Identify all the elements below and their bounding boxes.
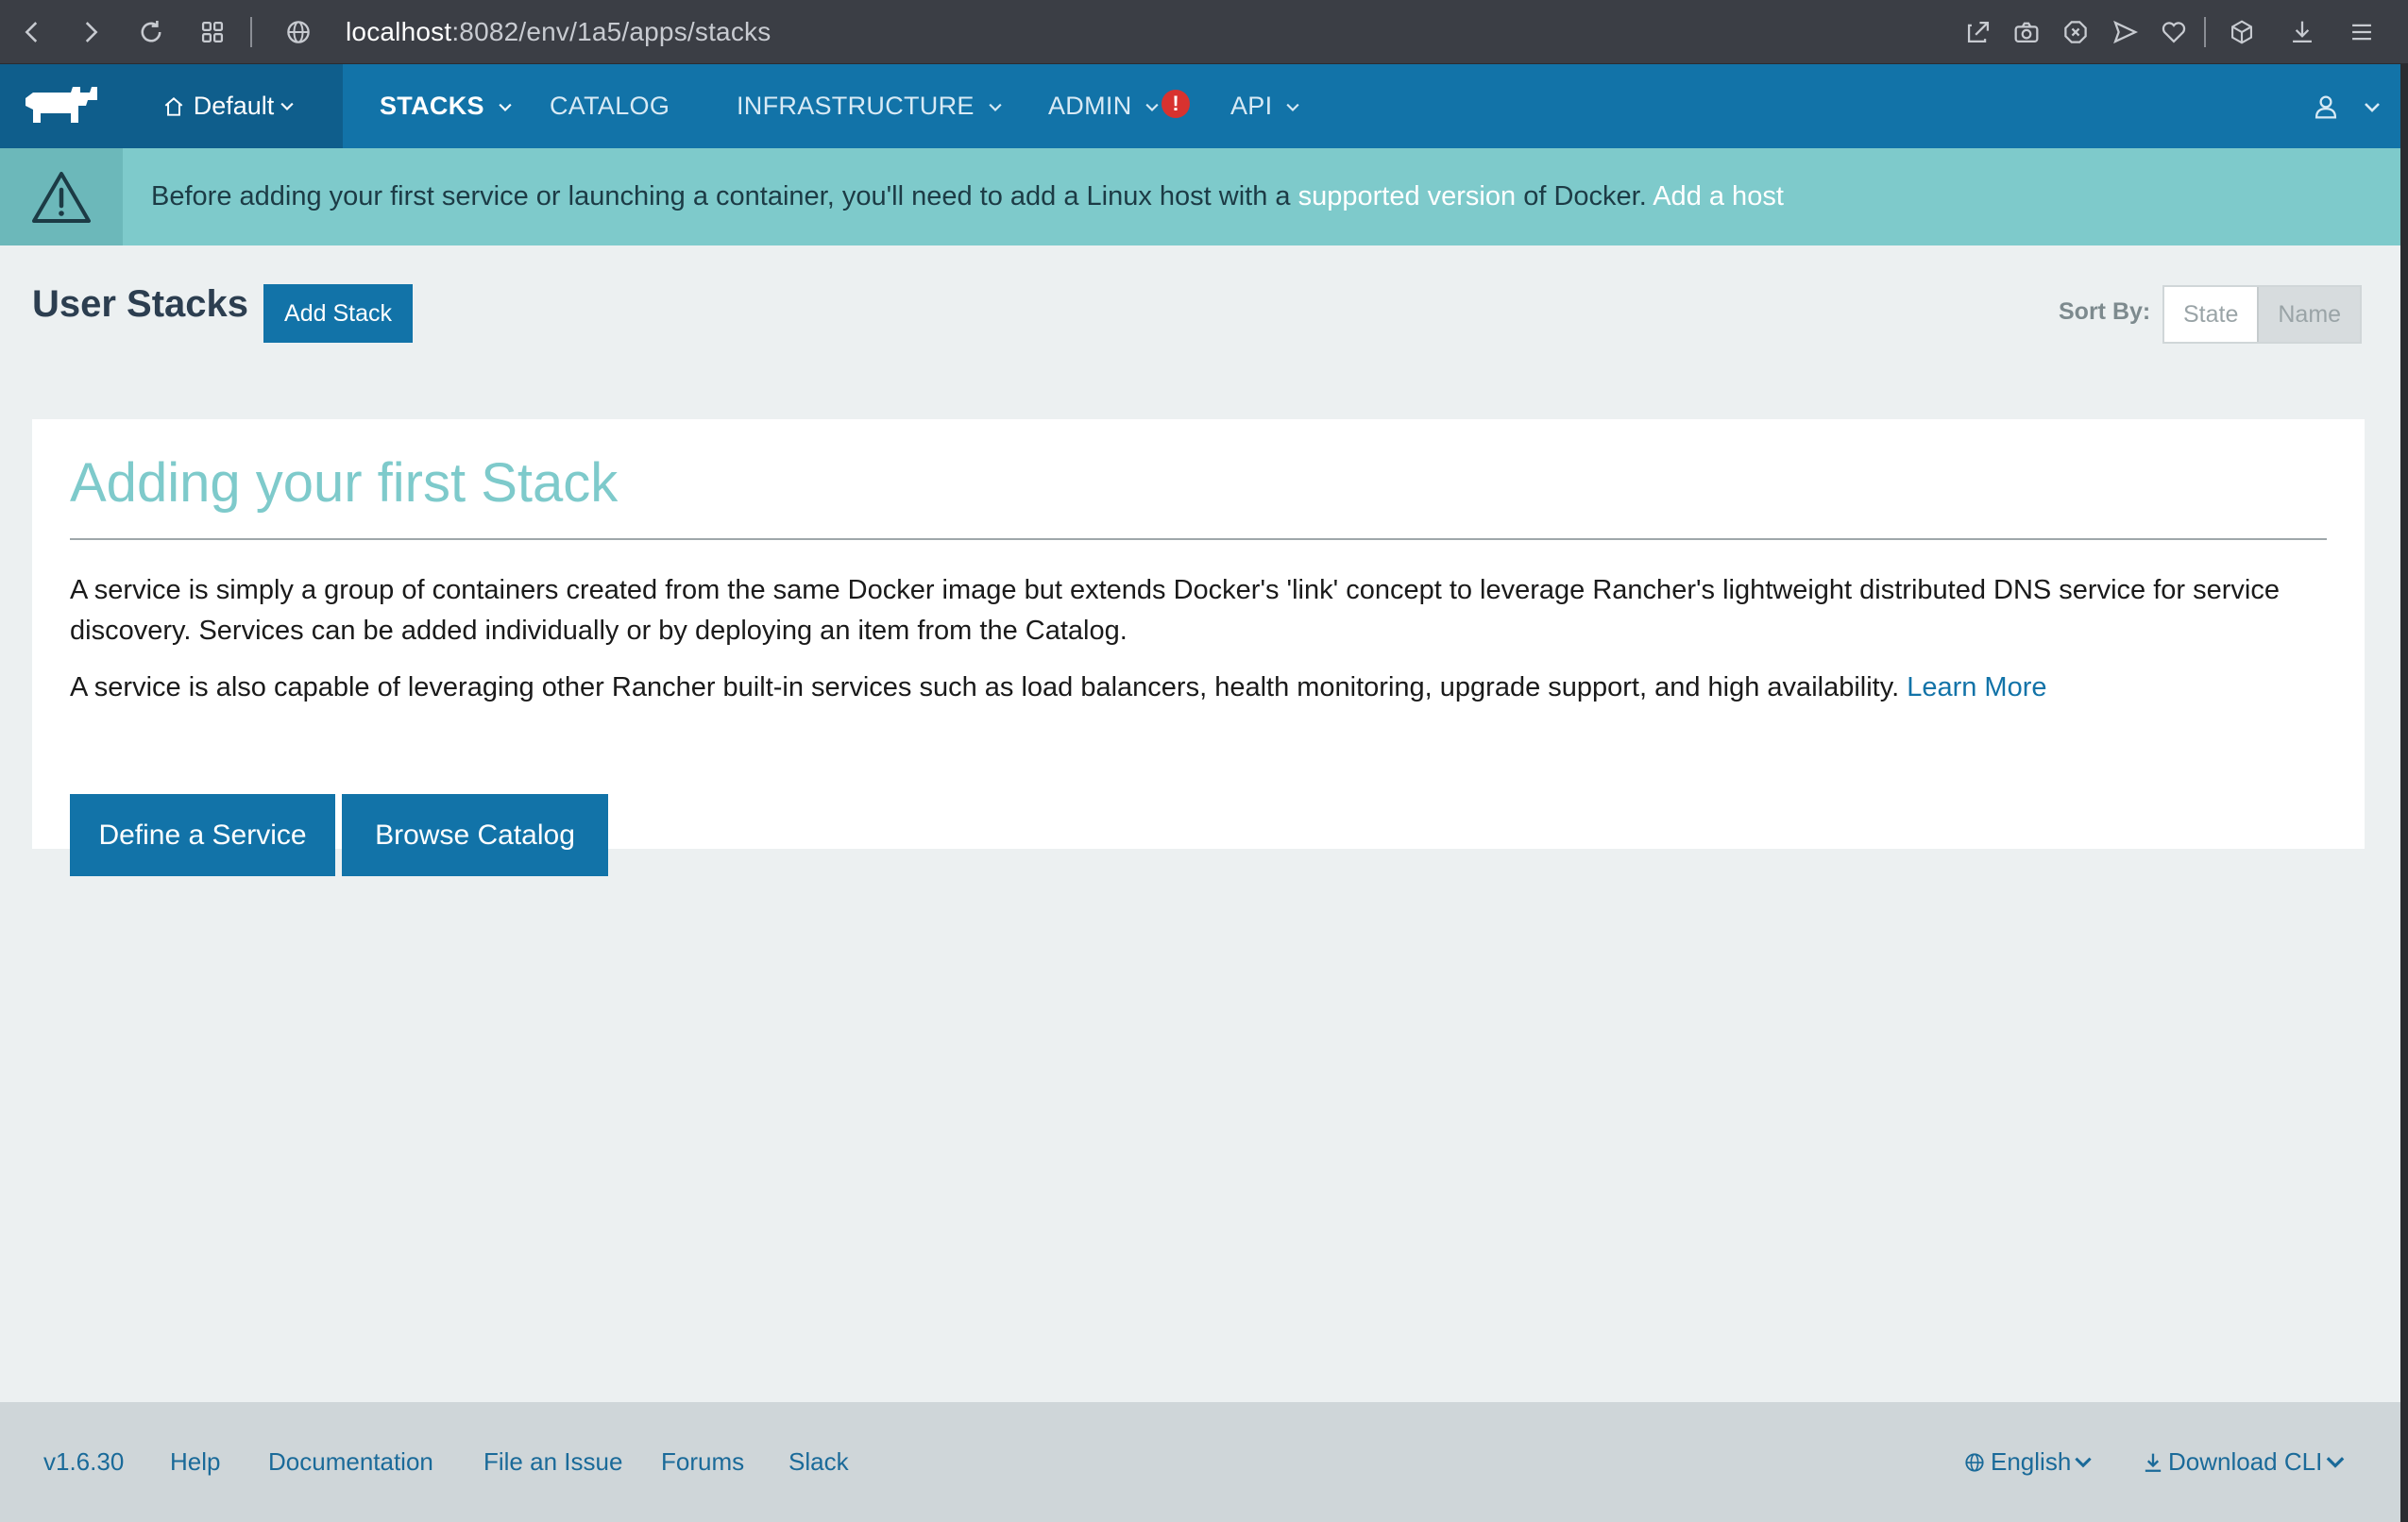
version-link[interactable]: v1.6.30 xyxy=(43,1402,124,1522)
chevron-down-icon xyxy=(499,103,512,111)
user-icon[interactable] xyxy=(2310,91,2342,123)
environment-name: Default xyxy=(193,92,275,120)
browse-catalog-button[interactable]: Browse Catalog xyxy=(342,794,608,876)
empty-state-card: Adding your first Stack A service is sim… xyxy=(32,419,2365,876)
forward-icon[interactable] xyxy=(72,13,110,51)
nav-admin-label: ADMIN xyxy=(1048,92,1132,120)
chevron-down-icon[interactable] xyxy=(2361,96,2383,119)
add-host-link[interactable]: Add a host xyxy=(1653,181,1784,211)
footer-link-file-issue[interactable]: File an Issue xyxy=(483,1402,622,1522)
footer-link-forums[interactable]: Forums xyxy=(661,1402,744,1522)
app-viewport: Default STACKS CATALOG INFRASTRUCTURE AD… xyxy=(0,64,2400,1522)
footer-link-slack[interactable]: Slack xyxy=(789,1402,849,1522)
language-label: English xyxy=(1991,1447,2072,1476)
footer: v1.6.30 Help Documentation File an Issue… xyxy=(0,1402,2400,1522)
nav-catalog-label: CATALOG xyxy=(550,92,670,120)
banner-message: Before adding your first service or laun… xyxy=(151,148,1784,245)
url-path: :8082/env/1a5/apps/stacks xyxy=(451,17,772,46)
footer-link-documentation[interactable]: Documentation xyxy=(268,1402,433,1522)
footer-link-help[interactable]: Help xyxy=(170,1402,220,1522)
block-icon[interactable] xyxy=(2057,13,2094,51)
chevron-down-icon xyxy=(2326,1456,2345,1468)
browser-toolbar: localhost:8082/env/1a5/apps/stacks xyxy=(0,0,2408,64)
define-service-button[interactable]: Define a Service xyxy=(70,794,335,876)
nav-infrastructure[interactable]: INFRASTRUCTURE xyxy=(737,64,1005,148)
back-icon[interactable] xyxy=(13,13,51,51)
globe-icon xyxy=(1965,1452,1984,1472)
admin-alert-badge: ! xyxy=(1162,90,1190,118)
site-info-globe-icon[interactable] xyxy=(280,13,317,51)
nav-stacks-label: STACKS xyxy=(380,92,484,120)
home-icon xyxy=(164,96,183,116)
nav-infrastructure-label: INFRASTRUCTURE xyxy=(737,92,975,120)
nav-catalog[interactable]: CATALOG xyxy=(550,64,670,148)
no-hosts-banner: Before adding your first service or laun… xyxy=(0,148,2400,245)
toolbar-divider xyxy=(2204,17,2206,47)
banner-text-middle: of Docker. xyxy=(1516,181,1653,211)
language-selector[interactable]: English xyxy=(1962,1402,2095,1522)
toolbar-divider xyxy=(250,17,252,47)
page-title: User Stacks xyxy=(32,283,249,325)
rancher-logo[interactable] xyxy=(0,64,123,148)
top-nav: Default STACKS CATALOG INFRASTRUCTURE AD… xyxy=(0,64,2400,148)
window-edge xyxy=(2400,64,2408,1522)
cube-icon[interactable] xyxy=(2223,13,2261,51)
rancher-cow-icon xyxy=(25,86,97,123)
description-paragraph: A service is simply a group of container… xyxy=(70,575,2280,646)
banner-text-before: Before adding your first service or laun… xyxy=(151,181,1298,211)
address-bar[interactable]: localhost:8082/env/1a5/apps/stacks xyxy=(346,13,771,51)
chevron-down-icon xyxy=(280,102,294,110)
download-cli-label: Download CLI xyxy=(2168,1447,2323,1476)
chevron-down-icon xyxy=(988,103,1002,111)
tabs-grid-icon[interactable] xyxy=(194,13,231,51)
learn-more-link[interactable]: Learn More xyxy=(1907,672,2046,702)
add-stack-button[interactable]: Add Stack xyxy=(263,284,413,343)
menu-icon[interactable] xyxy=(2343,13,2381,51)
nav-stacks[interactable]: STACKS xyxy=(380,64,515,148)
sort-by-label: Sort By: xyxy=(2059,298,2151,325)
download-icon xyxy=(2145,1453,2162,1472)
warning-icon-box xyxy=(0,148,123,245)
warning-icon xyxy=(32,171,91,223)
send-icon[interactable] xyxy=(2106,13,2144,51)
reload-icon[interactable] xyxy=(132,13,170,51)
download-cli-menu[interactable]: Download CLI xyxy=(2140,1402,2349,1522)
sort-toggle-group: State Name xyxy=(2162,285,2363,344)
nav-admin[interactable]: ADMIN xyxy=(1048,64,1162,148)
sort-by-name-button[interactable]: Name xyxy=(2257,287,2361,342)
url-host: localhost xyxy=(346,17,452,46)
description-paragraph-2: A service is also capable of leveraging … xyxy=(70,668,2336,708)
chevron-down-icon xyxy=(2075,1457,2092,1467)
title-divider xyxy=(70,538,2327,540)
heart-icon[interactable] xyxy=(2155,13,2193,51)
camera-icon[interactable] xyxy=(2008,13,2045,51)
download-icon[interactable] xyxy=(2283,13,2321,51)
description-text: A service is also capable of leveraging … xyxy=(70,672,1908,702)
nav-api[interactable]: API xyxy=(1230,64,1302,148)
empty-state-title: Adding your first Stack xyxy=(70,452,619,514)
environment-switcher[interactable]: Default xyxy=(123,64,343,148)
sort-by-state-button[interactable]: State xyxy=(2164,287,2258,342)
chevron-down-icon xyxy=(1286,103,1299,111)
nav-api-label: API xyxy=(1230,92,1273,120)
chevron-down-icon xyxy=(1145,103,1159,111)
share-icon[interactable] xyxy=(1959,13,1997,51)
supported-version-link[interactable]: supported version xyxy=(1298,181,1517,211)
